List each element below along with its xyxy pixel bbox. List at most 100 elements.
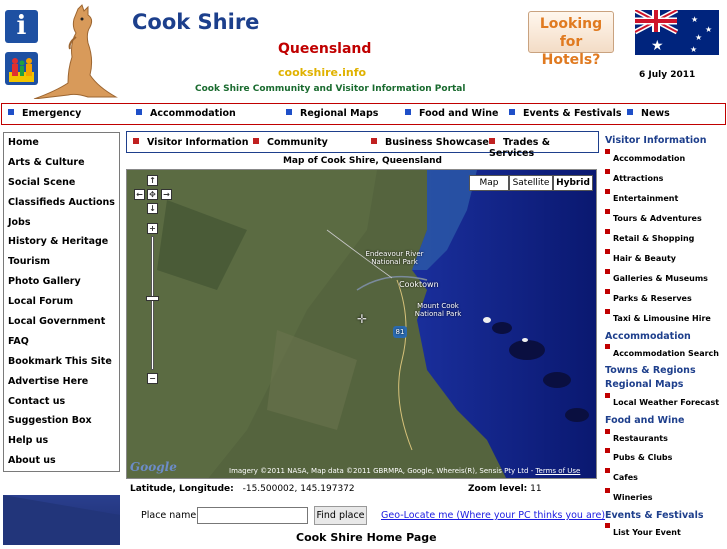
place-name-input[interactable] [197, 507, 308, 524]
right-item-accommodation-search[interactable]: Accommodation Search [605, 344, 719, 358]
lat-lon-label: Latitude, Longitude: [130, 484, 234, 494]
right-item-weather[interactable]: Local Weather Forecast [605, 393, 719, 407]
right-item-parks[interactable]: Parks & Reserves [605, 289, 692, 303]
bullet-icon [605, 523, 610, 528]
site-tagline: Cook Shire Community and Visitor Informa… [195, 84, 466, 94]
menu-item-suggestion-box[interactable]: Suggestion Box [4, 411, 119, 431]
bullet-icon [489, 138, 495, 144]
lat-lon-readout: Latitude, Longitude: -15.500002, 145.197… [130, 484, 355, 494]
nav-news[interactable]: News [627, 108, 670, 119]
zoom-value: 11 [530, 484, 542, 494]
pan-right-icon[interactable]: → [161, 189, 172, 200]
map-type-map[interactable]: Map [469, 175, 509, 191]
subnav-label: Visitor Information [147, 137, 249, 148]
right-heading-events[interactable]: Events & Festivals [605, 510, 704, 521]
pan-up-icon[interactable]: ↑ [147, 175, 158, 186]
right-item-attractions[interactable]: Attractions [605, 169, 663, 183]
nav-label: Food and Wine [419, 108, 499, 119]
menu-item-arts-culture[interactable]: Arts & Culture [4, 153, 119, 173]
zoom-out-icon[interactable]: − [147, 373, 158, 384]
right-item-entertainment[interactable]: Entertainment [605, 189, 678, 203]
menu-item-classifieds[interactable]: Classifieds Auctions [4, 193, 119, 213]
bullet-icon [605, 488, 610, 493]
kangaroo-logo [33, 4, 118, 99]
bullet-icon [605, 229, 610, 234]
right-item-hair-beauty[interactable]: Hair & Beauty [605, 249, 676, 263]
map-title: Map of Cook Shire, Queensland [282, 156, 443, 166]
route-81-shield: 81 [393, 326, 407, 338]
current-date: 6 July 2011 [639, 70, 696, 80]
menu-item-advertise[interactable]: Advertise Here [4, 372, 119, 392]
nav-food-and-wine[interactable]: Food and Wine [405, 108, 499, 119]
menu-item-help[interactable]: Help us [4, 431, 119, 451]
menu-item-social-scene[interactable]: Social Scene [4, 173, 119, 193]
right-item-restaurants[interactable]: Restaurants [605, 429, 668, 443]
right-item-retail[interactable]: Retail & Shopping [605, 229, 694, 243]
right-item-galleries[interactable]: Galleries & Museums [605, 269, 708, 283]
right-heading-accommodation[interactable]: Accommodation [605, 331, 691, 342]
left-advertisement-banner[interactable] [3, 495, 120, 545]
satellite-map[interactable]: Endeavour River National Park Cooktown M… [126, 169, 597, 479]
pan-center-icon[interactable]: ✥ [147, 189, 158, 200]
geo-locate-link[interactable]: Geo-Locate me (Where your PC thinks you … [381, 510, 605, 521]
bullet-icon [605, 249, 610, 254]
nav-regional-maps[interactable]: Regional Maps [286, 108, 378, 119]
zoom-handle[interactable] [146, 296, 159, 301]
right-item-accommodation[interactable]: Accommodation [605, 149, 685, 163]
svg-text:★: ★ [705, 25, 712, 34]
bullet-icon [605, 393, 610, 398]
menu-item-history[interactable]: History & Heritage [4, 232, 119, 252]
map-type-hybrid[interactable]: Hybrid [553, 175, 593, 191]
right-item-wineries[interactable]: Wineries [605, 488, 653, 502]
pan-down-icon[interactable]: ↓ [147, 203, 158, 214]
nav-emergency[interactable]: Emergency [8, 108, 81, 119]
bullet-icon [8, 109, 14, 115]
subnav-community[interactable]: Community [253, 137, 328, 148]
bullet-icon [605, 149, 610, 154]
right-item-list-event[interactable]: List Your Event [605, 523, 681, 537]
right-heading-food-wine[interactable]: Food and Wine [605, 415, 685, 426]
site-title[interactable]: Cook Shire [132, 10, 259, 34]
right-item-tours[interactable]: Tours & Adventures [605, 209, 702, 223]
bullet-icon [371, 138, 377, 144]
nav-accommodation[interactable]: Accommodation [136, 108, 236, 119]
menu-item-photo-gallery[interactable]: Photo Gallery [4, 272, 119, 292]
right-item-pubs[interactable]: Pubs & Clubs [605, 448, 672, 462]
hotels-line-1: Looking for [539, 16, 603, 50]
australian-flag-icon: ★ ★ ★ ★ ★ [635, 10, 719, 55]
bullet-icon [136, 109, 142, 115]
lat-lon-value: -15.500002, 145.197372 [242, 484, 355, 494]
menu-item-tourism[interactable]: Tourism [4, 252, 119, 272]
zoom-slider[interactable] [151, 236, 154, 370]
terms-link[interactable]: Terms of Use [535, 467, 580, 475]
menu-item-contact[interactable]: Contact us [4, 392, 119, 412]
right-heading-towns-regions[interactable]: Towns & Regions [605, 365, 696, 376]
right-heading-visitor-info[interactable]: Visitor Information [605, 135, 706, 146]
nav-events-festivals[interactable]: Events & Festivals [509, 108, 622, 119]
menu-item-about[interactable]: About us [4, 451, 119, 471]
menu-item-local-forum[interactable]: Local Forum [4, 292, 119, 312]
top-navigation: Emergency Accommodation Regional Maps Fo… [1, 103, 726, 125]
zoom-label: Zoom level: [468, 484, 528, 494]
hotels-button[interactable]: Looking for Hotels? [528, 11, 614, 68]
menu-item-jobs[interactable]: Jobs [4, 213, 119, 233]
find-place-button[interactable]: Find place [314, 506, 367, 525]
subnav-business-showcase[interactable]: Business Showcase [371, 137, 489, 148]
subnav-visitor-information[interactable]: Visitor Information [133, 137, 248, 148]
menu-item-faq[interactable]: FAQ [4, 332, 119, 352]
bullet-icon [509, 109, 515, 115]
map-type-satellite[interactable]: Satellite [509, 175, 553, 191]
menu-item-local-government[interactable]: Local Government [4, 312, 119, 332]
subnav-label: Community [267, 137, 328, 148]
google-logo[interactable]: Google [130, 460, 177, 474]
right-item-taxi[interactable]: Taxi & Limousine Hire [605, 309, 711, 323]
menu-item-bookmark[interactable]: Bookmark This Site [4, 352, 119, 372]
right-item-cafes[interactable]: Cafes [605, 468, 638, 482]
pan-left-icon[interactable]: ← [134, 189, 145, 200]
label-cooktown: Cooktown [399, 280, 439, 289]
menu-item-home[interactable]: Home [4, 133, 119, 153]
svg-text:★: ★ [651, 38, 664, 54]
right-heading-regional-maps[interactable]: Regional Maps [605, 379, 683, 390]
zoom-in-icon[interactable]: + [147, 223, 158, 234]
svg-text:★: ★ [690, 45, 697, 54]
